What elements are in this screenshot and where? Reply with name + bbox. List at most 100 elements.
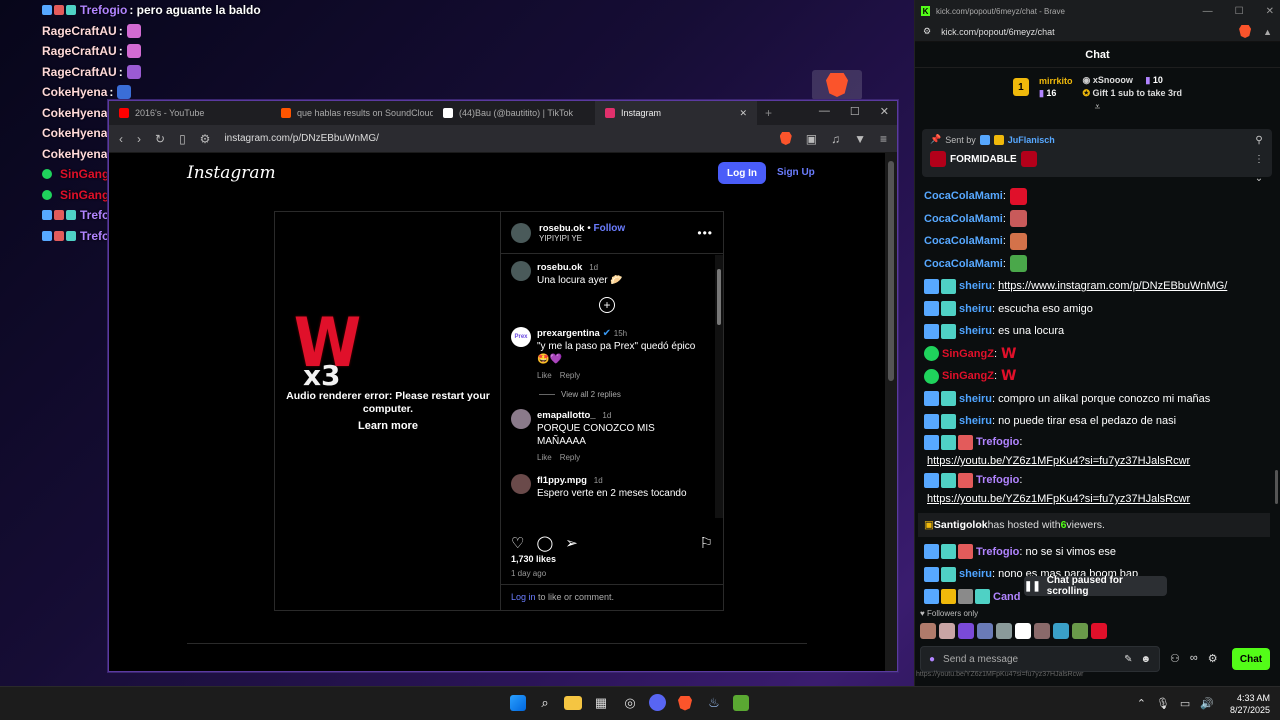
comments-scrollbar[interactable] — [715, 255, 723, 518]
tab-2[interactable]: (44)Bau (@bautitito) | TikTok — [433, 101, 595, 125]
scroll-thumb[interactable] — [888, 161, 894, 381]
chevron-down-icon[interactable]: ⌄ — [1255, 173, 1263, 184]
quick-emote-icon[interactable] — [1053, 623, 1069, 639]
comment-user[interactable]: emapallotto_ — [537, 410, 596, 421]
message-input[interactable]: ● Send a message ✎ ☻ — [920, 646, 1160, 672]
quick-emote-icon[interactable] — [1091, 623, 1107, 639]
chat-link[interactable]: https://www.instagram.com/p/DNzEBbuWnMG/ — [998, 278, 1227, 294]
quick-emote-icon[interactable] — [996, 623, 1012, 639]
chat-username[interactable]: Trefogio — [976, 434, 1019, 450]
chat-link[interactable]: https://youtu.be/YZ6z1MFpKu4?si=fu7yz37H… — [927, 453, 1190, 469]
chat-username[interactable]: sheiru — [959, 278, 992, 294]
plus-circle-icon[interactable]: + — [599, 297, 615, 313]
page-scrollbar[interactable] — [885, 153, 897, 671]
forward-icon[interactable]: › — [137, 132, 141, 146]
store-icon[interactable]: ▦ — [591, 693, 611, 713]
chat-scrollbar[interactable] — [1275, 470, 1278, 504]
extensions-icon[interactable]: ▼ — [854, 132, 866, 146]
gear-icon[interactable]: ⚙ — [1208, 652, 1218, 665]
maximize-icon[interactable]: ☐ — [850, 105, 860, 118]
reload-icon[interactable]: ↻ — [155, 132, 165, 146]
gift-prompt[interactable]: Gift 1 sub to take 3rd — [1093, 88, 1183, 98]
minimize-icon[interactable]: — — [819, 105, 830, 118]
close-icon[interactable]: ✕ — [1266, 6, 1274, 17]
clock[interactable]: 4:33 AM 8/27/2025 — [1230, 692, 1270, 716]
quick-emote-icon[interactable] — [1034, 623, 1050, 639]
bookmark-icon[interactable]: ▯ — [179, 132, 186, 146]
chat-link[interactable]: https://youtu.be/YZ6z1MFpKu4?si=fu7yz37H… — [927, 491, 1190, 507]
share-icon[interactable]: ➢ — [565, 534, 578, 552]
heart-icon[interactable]: ♡ — [511, 534, 524, 552]
expand-leaderboard-icon[interactable]: ⩡ — [915, 102, 1280, 113]
network-icon[interactable]: ▭ — [1180, 697, 1190, 710]
brave-desktop-icon[interactable] — [812, 70, 862, 100]
avatar[interactable] — [511, 409, 531, 429]
menu-icon[interactable]: ≡ — [880, 132, 887, 146]
brave-icon[interactable] — [675, 693, 695, 713]
scroll-thumb[interactable] — [717, 269, 721, 325]
media-icon[interactable]: ♫ — [831, 132, 840, 146]
sidebar-icon[interactable]: ▣ — [806, 132, 817, 146]
chat-username[interactable]: sheiru — [959, 566, 992, 582]
learn-more-link[interactable]: Learn more — [275, 420, 501, 432]
close-icon[interactable]: ✕ — [739, 108, 747, 119]
quick-emote-icon[interactable] — [977, 623, 993, 639]
reply-link[interactable]: Reply — [560, 451, 580, 464]
steam-icon[interactable]: ♨ — [704, 693, 724, 713]
chrome-icon[interactable]: ◎ — [620, 693, 640, 713]
minimize-icon[interactable]: — — [1203, 6, 1213, 17]
instagram-logo[interactable]: Instagram — [187, 163, 276, 183]
mic-icon[interactable]: ● — [929, 654, 935, 665]
top-gifter-name[interactable]: mirrkito — [1039, 76, 1073, 86]
rewards-icon[interactable]: ▲ — [1263, 27, 1272, 37]
mic-icon[interactable]: 🎙 — [1156, 697, 1170, 710]
follow-button[interactable]: Follow — [593, 223, 625, 234]
comment-user[interactable]: fl1ppy.mpg — [537, 475, 587, 486]
login-link[interactable]: Log in — [511, 592, 536, 602]
quick-emote-icon[interactable] — [1072, 623, 1088, 639]
chat-username[interactable]: sheiru — [959, 323, 992, 339]
chevron-up-icon[interactable]: ⌃ — [1137, 697, 1146, 710]
more-options-icon[interactable]: ••• — [697, 226, 713, 240]
chat-username[interactable]: CocaColaMami — [924, 233, 1003, 249]
chat-username[interactable]: Trefogio — [976, 544, 1019, 560]
chat-username[interactable]: Trefogio — [976, 472, 1019, 488]
infinity-icon[interactable]: ∞ — [1190, 652, 1198, 665]
second-gifter-name[interactable]: xSnooow — [1093, 75, 1133, 85]
search-icon[interactable]: ⌕ — [535, 693, 555, 713]
avatar[interactable] — [511, 222, 531, 243]
pin-icon[interactable]: ⚲ — [1255, 135, 1262, 146]
chat-username[interactable]: sheiru — [959, 391, 992, 407]
pinned-sender[interactable]: JuFlanisch — [1008, 135, 1055, 145]
author-name[interactable]: rosebu.ok — [539, 223, 584, 234]
url-field[interactable]: instagram.com/p/DNzEBbuWnMG/ — [224, 133, 765, 144]
host-user[interactable]: Santigolok — [934, 517, 988, 533]
chat-username[interactable]: sheiru — [959, 413, 992, 429]
more-options-icon[interactable]: ⋮ — [1254, 154, 1264, 165]
quick-emote-icon[interactable] — [1015, 623, 1031, 639]
tab-1[interactable]: que hablas results on SoundCloud — [271, 101, 433, 125]
login-button[interactable]: Log In — [718, 162, 766, 184]
chat-paused-button[interactable]: ❚❚ Chat paused for scrolling — [1024, 575, 1167, 597]
users-icon[interactable]: ⚇ — [1170, 652, 1180, 665]
back-icon[interactable]: ‹ — [119, 132, 123, 146]
url-field[interactable]: kick.com/popout/6meyz/chat — [941, 27, 1055, 37]
save-icon[interactable]: ⚐ — [700, 534, 713, 552]
chat-username[interactable]: sheiru — [959, 301, 992, 317]
comment-user[interactable]: prexargentina — [537, 328, 600, 339]
discord-icon[interactable] — [649, 694, 666, 711]
comment-user[interactable]: rosebu.ok — [537, 262, 582, 273]
quick-emote-icon[interactable] — [939, 623, 955, 639]
chat-username[interactable]: Cand — [993, 589, 1021, 605]
file-explorer-icon[interactable] — [564, 696, 582, 710]
close-icon[interactable]: ✕ — [880, 105, 889, 118]
avatar[interactable] — [511, 261, 531, 281]
volume-icon[interactable]: 🔊 — [1200, 697, 1214, 710]
post-media[interactable]: W x3 Audio renderer error: Please restar… — [275, 212, 501, 610]
maximize-icon[interactable]: ☐ — [1235, 6, 1244, 17]
view-replies-link[interactable]: View all 2 replies — [539, 390, 703, 399]
chat-username[interactable]: SinGangZ — [942, 346, 994, 362]
send-chat-button[interactable]: Chat — [1232, 648, 1270, 670]
emoji-icon[interactable]: ☻ — [1140, 654, 1151, 665]
chat-username[interactable]: CocaColaMami — [924, 256, 1003, 272]
